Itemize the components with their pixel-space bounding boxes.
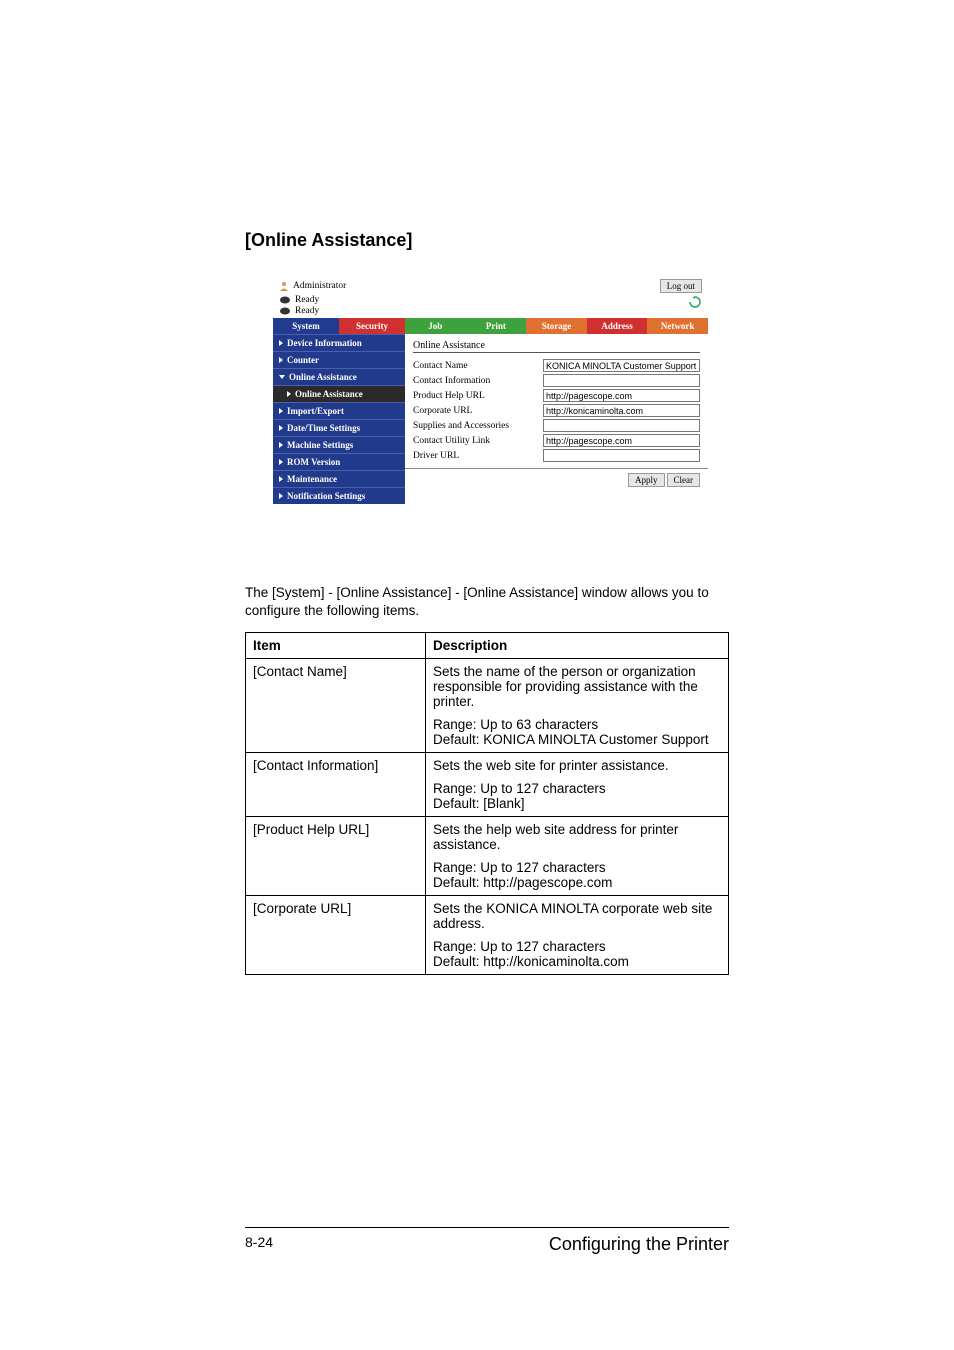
contact-name-input[interactable] xyxy=(543,359,700,372)
status-block: Ready Ready xyxy=(279,295,319,316)
sidebar-item-label: Machine Settings xyxy=(287,440,353,450)
table-row: [Product Help URL] Sets the help web sit… xyxy=(246,817,729,896)
page-footer: 8-24 Configuring the Printer xyxy=(245,1227,729,1255)
tab-system[interactable]: System xyxy=(273,318,339,334)
table-cell-description: Sets the name of the person or organizat… xyxy=(426,659,729,753)
sidebar-item-counter[interactable]: Counter xyxy=(273,351,405,368)
table-row: [Contact Information] Sets the web site … xyxy=(246,753,729,817)
status-text-1: Ready xyxy=(295,295,319,305)
chevron-right-icon xyxy=(279,408,283,414)
desc-text: Sets the help web site address for print… xyxy=(433,822,721,852)
table-cell-description: Sets the web site for printer assistance… xyxy=(426,753,729,817)
tab-job[interactable]: Job xyxy=(405,318,466,334)
table-cell-item: [Corporate URL] xyxy=(246,896,426,975)
tab-address[interactable]: Address xyxy=(587,318,648,334)
sidebar-subitem-online-assistance[interactable]: Online Assistance xyxy=(273,385,405,402)
field-label-supplies: Supplies and Accessories xyxy=(413,421,543,431)
table-row: [Contact Name] Sets the name of the pers… xyxy=(246,659,729,753)
apply-button[interactable]: Apply xyxy=(628,473,665,487)
contact-utility-link-input[interactable] xyxy=(543,434,700,447)
admin-label: Administrator xyxy=(293,281,346,291)
tab-storage[interactable]: Storage xyxy=(526,318,587,334)
tab-security[interactable]: Security xyxy=(339,318,405,334)
corporate-url-input[interactable] xyxy=(543,404,700,417)
toner-status-icon xyxy=(279,306,291,316)
desc-range: Range: Up to 127 characters Default: [Bl… xyxy=(433,781,721,811)
page-number: 8-24 xyxy=(245,1234,273,1255)
form-title: Online Assistance xyxy=(413,340,700,353)
sidebar-item-machine-settings[interactable]: Machine Settings xyxy=(273,436,405,453)
desc-text: Sets the KONICA MINOLTA corporate web si… xyxy=(433,901,721,931)
table-header-item: Item xyxy=(246,633,426,659)
sidebar-item-rom-version[interactable]: ROM Version xyxy=(273,453,405,470)
table-cell-description: Sets the help web site address for print… xyxy=(426,817,729,896)
chevron-right-icon xyxy=(287,391,291,397)
page-title: [Online Assistance] xyxy=(245,230,729,251)
sidebar-item-label: Notification Settings xyxy=(287,491,365,501)
supplies-input[interactable] xyxy=(543,419,700,432)
sidebar-item-device-information[interactable]: Device Information xyxy=(273,334,405,351)
embedded-screenshot: Administrator Log out Ready Ready xyxy=(273,275,708,504)
driver-url-input[interactable] xyxy=(543,449,700,462)
chevron-right-icon xyxy=(279,442,283,448)
table-header-description: Description xyxy=(426,633,729,659)
sidebar-item-label: Import/Export xyxy=(287,406,344,416)
sidebar-item-label: Counter xyxy=(287,355,319,365)
sidebar-item-label: Device Information xyxy=(287,338,362,348)
tab-print[interactable]: Print xyxy=(466,318,527,334)
product-help-url-input[interactable] xyxy=(543,389,700,402)
field-label-contact-information: Contact Information xyxy=(413,376,543,386)
status-text-2: Ready xyxy=(295,306,319,316)
footer-title: Configuring the Printer xyxy=(549,1234,729,1255)
field-label-product-help-url: Product Help URL xyxy=(413,391,543,401)
chevron-right-icon xyxy=(279,493,283,499)
sidebar-item-label: Date/Time Settings xyxy=(287,423,360,433)
clear-button[interactable]: Clear xyxy=(667,473,701,487)
table-cell-description: Sets the KONICA MINOLTA corporate web si… xyxy=(426,896,729,975)
field-label-contact-utility-link: Contact Utility Link xyxy=(413,436,543,446)
sidebar-item-label: Maintenance xyxy=(287,474,337,484)
field-label-driver-url: Driver URL xyxy=(413,451,543,461)
sidebar-item-label: Online Assistance xyxy=(289,372,357,382)
intro-paragraph: The [System] - [Online Assistance] - [On… xyxy=(245,584,729,620)
contact-information-input[interactable] xyxy=(543,374,700,387)
sidebar-item-online-assistance[interactable]: Online Assistance xyxy=(273,368,405,385)
sidebar-item-label: Online Assistance xyxy=(295,389,363,399)
sidebar-item-maintenance[interactable]: Maintenance xyxy=(273,470,405,487)
desc-range: Range: Up to 127 characters Default: htt… xyxy=(433,860,721,890)
sidebar-item-date-time[interactable]: Date/Time Settings xyxy=(273,419,405,436)
field-label-contact-name: Contact Name xyxy=(413,361,543,371)
desc-range: Range: Up to 63 characters Default: KONI… xyxy=(433,717,721,747)
table-row: [Corporate URL] Sets the KONICA MINOLTA … xyxy=(246,896,729,975)
desc-range: Range: Up to 127 characters Default: htt… xyxy=(433,939,721,969)
refresh-icon[interactable] xyxy=(688,295,702,309)
desc-text: Sets the web site for printer assistance… xyxy=(433,758,721,773)
table-cell-item: [Product Help URL] xyxy=(246,817,426,896)
sidebar-item-notification-settings[interactable]: Notification Settings xyxy=(273,487,405,504)
sidebar-item-label: ROM Version xyxy=(287,457,340,467)
chevron-right-icon xyxy=(279,459,283,465)
chevron-right-icon xyxy=(279,425,283,431)
tab-network[interactable]: Network xyxy=(647,318,708,334)
chevron-down-icon xyxy=(279,375,285,379)
user-icon xyxy=(279,281,289,291)
printer-status-icon xyxy=(279,295,291,305)
field-label-corporate-url: Corporate URL xyxy=(413,406,543,416)
chevron-right-icon xyxy=(279,340,283,346)
desc-text: Sets the name of the person or organizat… xyxy=(433,664,721,709)
table-cell-item: [Contact Information] xyxy=(246,753,426,817)
chevron-right-icon xyxy=(279,476,283,482)
items-table: Item Description [Contact Name] Sets the… xyxy=(245,632,729,975)
sidebar-item-import-export[interactable]: Import/Export xyxy=(273,402,405,419)
table-cell-item: [Contact Name] xyxy=(246,659,426,753)
chevron-right-icon xyxy=(279,357,283,363)
logout-button[interactable]: Log out xyxy=(660,279,702,293)
